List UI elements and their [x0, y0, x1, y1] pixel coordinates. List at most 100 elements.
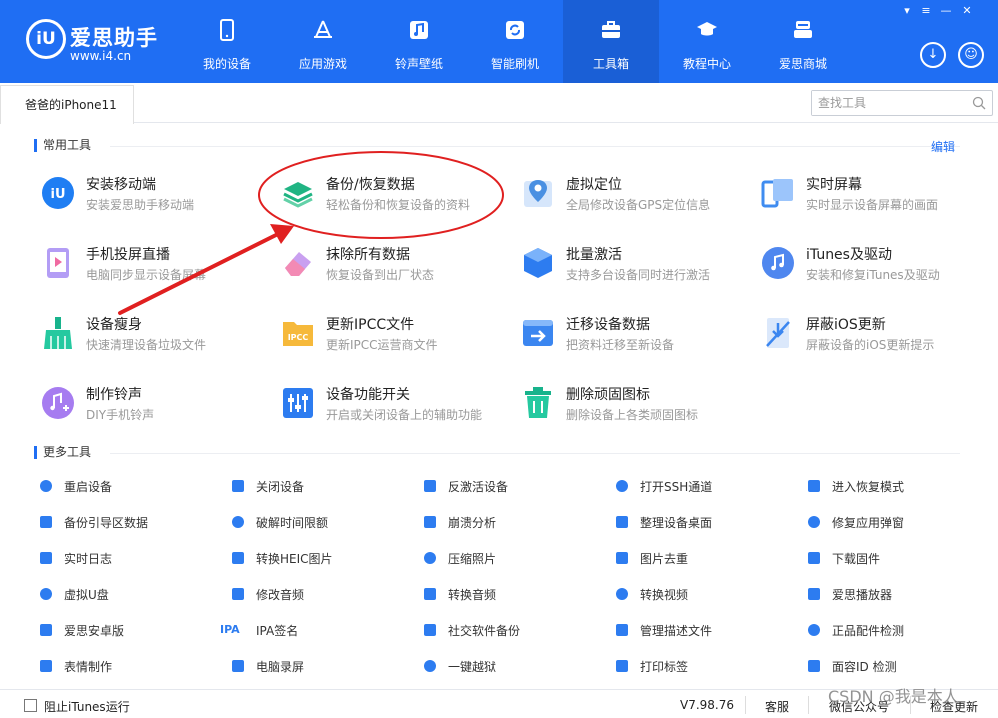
usb-drive-icon — [40, 588, 52, 600]
clock-icon — [232, 516, 244, 528]
more-tool-item[interactable]: 社交软件备份 — [422, 620, 602, 640]
tool-delete-stubborn-icon[interactable]: 删除顽固图标 删除设备上各类顽固图标 — [521, 380, 751, 428]
more-tool-label: 表情制作 — [64, 660, 113, 674]
nav-tutorials[interactable]: 教程中心 — [659, 0, 755, 83]
more-tool-label: 破解时间限额 — [256, 516, 329, 530]
more-tool-label: 一键越狱 — [448, 660, 497, 674]
more-tool-item[interactable]: 破解时间限额 — [230, 512, 410, 532]
skin-icon[interactable]: ▾ — [898, 4, 916, 18]
more-tool-item[interactable]: 修改音频 — [230, 584, 410, 604]
tool-device-slim[interactable]: 设备瘦身 快速清理设备垃圾文件 — [41, 310, 271, 358]
tool-batch-activate[interactable]: 批量激活 支持多台设备同时进行激活 — [521, 240, 751, 288]
tool-realtime-screen[interactable]: 实时屏幕 实时显示设备屏幕的画面 — [761, 170, 991, 218]
itunes-icon — [762, 247, 794, 279]
tool-feature-switch[interactable]: 设备功能开关 开启或关闭设备上的辅助功能 — [281, 380, 511, 428]
more-tool-label: 正品配件检测 — [832, 624, 905, 638]
graduation-cap-icon — [697, 22, 717, 36]
ipcc-folder-icon: IPCC — [283, 322, 313, 346]
more-tool-label: 转换视频 — [640, 588, 689, 602]
nav-store[interactable]: 爱思商城 — [755, 0, 851, 83]
edit-link[interactable]: 编辑 — [931, 138, 955, 155]
log-icon — [40, 552, 52, 564]
store-icon — [794, 21, 812, 38]
tool-virtual-location[interactable]: 虚拟定位 全局修改设备GPS定位信息 — [521, 170, 751, 218]
more-tool-item[interactable]: 图片去重 — [614, 548, 794, 568]
tool-backup-restore[interactable]: 备份/恢复数据 轻松备份和恢复设备的资料 — [281, 170, 511, 218]
more-tool-item[interactable]: 实时日志 — [38, 548, 218, 568]
more-tool-label: 压缩照片 — [448, 552, 497, 566]
trash-icon — [525, 387, 551, 418]
more-tool-item[interactable]: 转换HEIC图片 — [230, 548, 410, 568]
minimize-icon[interactable]: — — [937, 4, 955, 18]
more-tools-title: 更多工具 — [34, 446, 91, 459]
more-tool-item[interactable]: 面容ID 检测 — [806, 656, 986, 676]
more-tool-label: 崩溃分析 — [448, 516, 497, 530]
close-icon[interactable]: ✕ — [958, 4, 976, 18]
menu-icon[interactable]: ≡ — [917, 4, 935, 18]
more-tool-item[interactable]: 进入恢复模式 — [806, 476, 986, 496]
nav-toolbox[interactable]: 工具箱 — [563, 0, 659, 83]
more-tool-label: 反激活设备 — [448, 480, 509, 494]
download-icon[interactable]: ↓ — [920, 42, 946, 68]
nav-my-device[interactable]: 我的设备 — [179, 0, 275, 83]
tool-screen-cast[interactable]: 手机投屏直播 电脑同步显示设备屏幕 — [41, 240, 271, 288]
more-tool-item[interactable]: 打开SSH通道 — [614, 476, 794, 496]
nav-ringtones[interactable]: 铃声壁纸 — [371, 0, 467, 83]
refresh-icon — [506, 21, 524, 39]
more-tool-item[interactable]: 关闭设备 — [230, 476, 410, 496]
more-tool-item[interactable]: 管理描述文件 — [614, 620, 794, 640]
device-tab[interactable]: 爸爸的iPhone11 — [0, 85, 134, 124]
more-tool-item[interactable]: 压缩照片 — [422, 548, 602, 568]
more-tool-item[interactable]: 崩溃分析 — [422, 512, 602, 532]
more-tool-item[interactable]: 一键越狱 — [422, 656, 602, 676]
more-tool-item[interactable]: 爱思播放器 — [806, 584, 986, 604]
more-tool-item[interactable]: IPA IPA签名 — [220, 620, 410, 640]
user-icon[interactable]: ☺ — [958, 42, 984, 68]
tool-migrate-data[interactable]: 迁移设备数据 把资料迁移至新设备 — [521, 310, 751, 358]
tool-make-ringtone[interactable]: 制作铃声 DIY手机铃声 — [41, 380, 271, 428]
more-tool-item[interactable]: 下载固件 — [806, 548, 986, 568]
tool-erase-all[interactable]: 抹除所有数据 恢复设备到出厂状态 — [281, 240, 511, 288]
nav-apps-games[interactable]: 应用游戏 — [275, 0, 371, 83]
block-itunes-checkbox[interactable] — [24, 699, 37, 712]
heic-convert-icon — [232, 552, 244, 564]
tool-itunes-driver[interactable]: iTunes及驱动 安装和修复iTunes及驱动 — [761, 240, 991, 288]
tool-update-ipcc[interactable]: IPCC 更新IPCC文件 更新IPCC运营商文件 — [281, 310, 511, 358]
more-tool-label: 社交软件备份 — [448, 624, 521, 638]
more-tool-item[interactable]: 爱思安卓版 — [38, 620, 218, 640]
tool-block-ios-update[interactable]: 屏蔽iOS更新 屏蔽设备的iOS更新提示 — [761, 310, 991, 358]
record-icon — [232, 660, 244, 672]
more-tool-item[interactable]: 修复应用弹窗 — [806, 512, 986, 532]
customer-service-link[interactable]: 客服 — [765, 698, 789, 715]
more-tool-item[interactable]: 虚拟U盘 — [38, 584, 218, 604]
app-store-icon — [314, 20, 332, 38]
search-box[interactable] — [811, 90, 993, 116]
more-tool-label: 备份引导区数据 — [64, 516, 149, 530]
more-tool-item[interactable]: 转换视频 — [614, 584, 794, 604]
more-tool-label: IPA签名 — [256, 624, 299, 638]
more-tool-item[interactable]: 整理设备桌面 — [614, 512, 794, 532]
more-tool-label: 图片去重 — [640, 552, 689, 566]
more-tool-item[interactable]: 备份引导区数据 — [38, 512, 218, 532]
more-tool-item[interactable]: 打印标签 — [614, 656, 794, 676]
more-tool-item[interactable]: 电脑录屏 — [230, 656, 410, 676]
search-icon[interactable] — [972, 96, 986, 110]
audio-convert-icon — [424, 588, 436, 600]
brand-url: www.i4.cn — [70, 49, 132, 63]
device-tab-bar: 爸爸的iPhone11 — [0, 83, 998, 124]
more-tool-item[interactable]: 重启设备 — [38, 476, 218, 496]
more-tool-item[interactable]: 表情制作 — [38, 656, 218, 676]
more-tool-item[interactable]: 转换音频 — [422, 584, 602, 604]
tool-install-mobile[interactable]: iU 安装移动端 安装爱思助手移动端 — [41, 170, 271, 218]
backup-boot-icon — [40, 516, 52, 528]
more-tool-item[interactable]: 正品配件检测 — [806, 620, 986, 640]
block-itunes-label[interactable]: 阻止iTunes运行 — [44, 698, 130, 715]
more-tool-item[interactable]: 反激活设备 — [422, 476, 602, 496]
nav-flash[interactable]: 智能刷机 — [467, 0, 563, 83]
hexagon-icon — [524, 248, 552, 278]
more-tool-label: 转换HEIC图片 — [256, 552, 333, 566]
more-tool-label: 转换音频 — [448, 588, 497, 602]
search-input[interactable] — [812, 91, 962, 115]
i4-android-icon — [40, 624, 52, 636]
section-divider — [110, 146, 960, 147]
